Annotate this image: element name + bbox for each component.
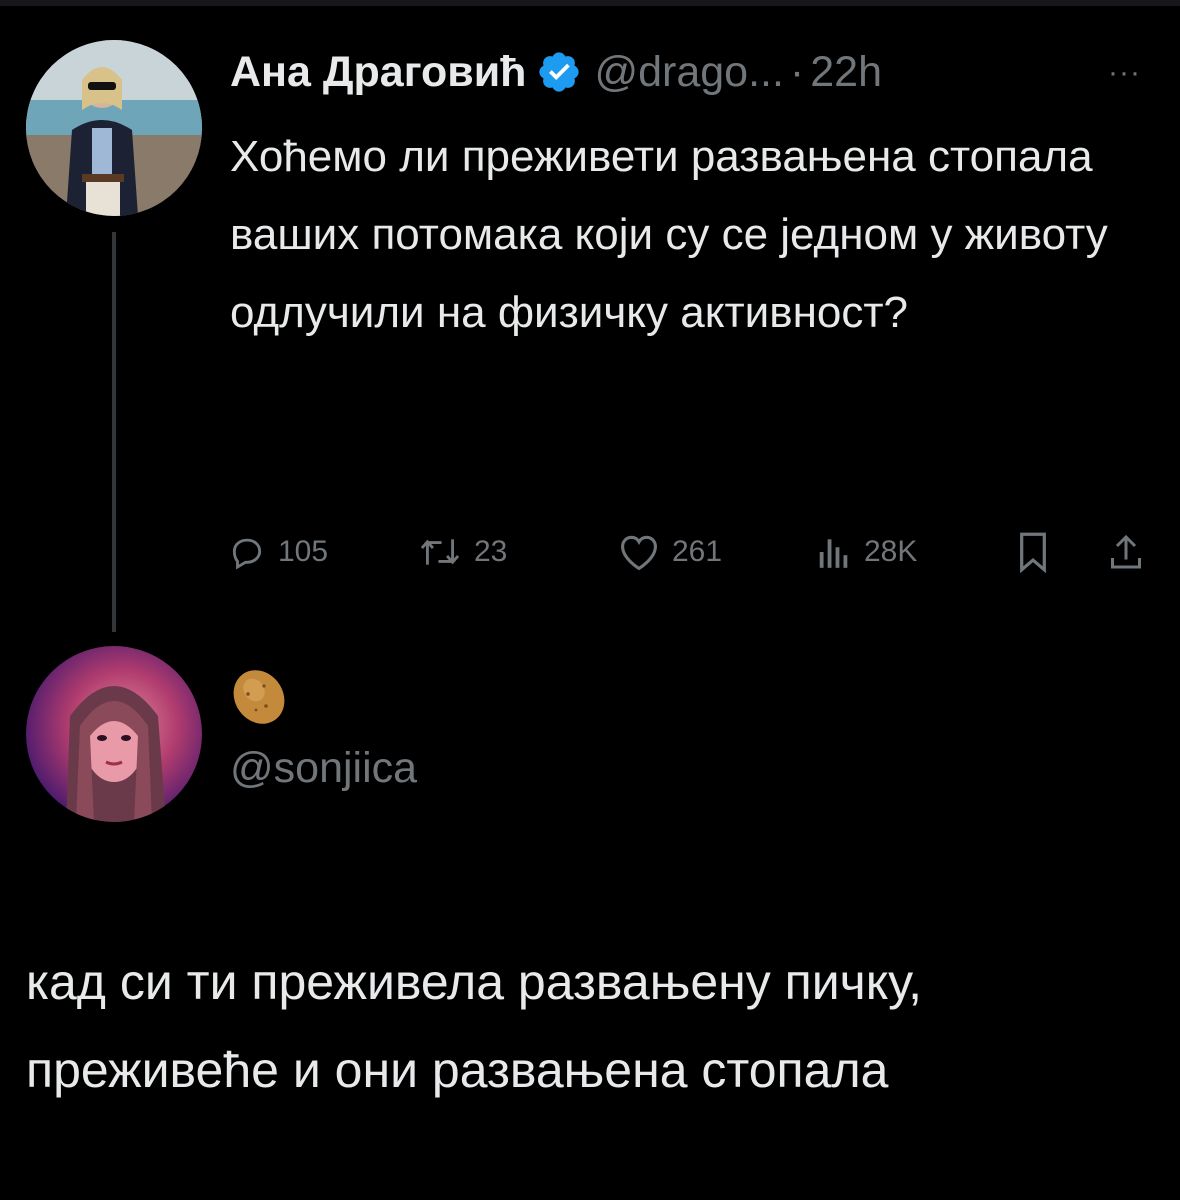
retweet-button[interactable]: 23	[418, 522, 507, 582]
tweet-text: Хоћемо ли преживети развањена стопала ва…	[230, 132, 1108, 337]
screenshot-page: Ана Драговић @drago... · 22h ··· Хоћемо …	[0, 0, 1180, 1200]
views-count: 28K	[864, 535, 918, 568]
bookmark-icon	[1020, 532, 1046, 573]
tweet-header: Ана Драговић @drago... · 22h	[230, 44, 882, 100]
top-separator	[0, 0, 1180, 6]
reply-author-avatar[interactable]	[26, 646, 202, 822]
author-avatar[interactable]	[26, 40, 202, 216]
meme-caption: кад си ти преживела развањену пичку, пре…	[26, 954, 923, 1098]
retweet-count: 23	[474, 535, 508, 568]
bookmark-button[interactable]	[1016, 522, 1050, 582]
tweet-actions: 105 23 261 28K	[228, 522, 1158, 582]
author-display-name[interactable]: Ана Драговић	[230, 48, 526, 97]
share-button[interactable]	[1108, 522, 1144, 582]
views-button[interactable]: 28K	[816, 522, 917, 582]
share-icon	[1111, 534, 1141, 569]
thread-line	[112, 232, 116, 632]
more-options-icon[interactable]: ···	[1108, 56, 1141, 90]
views-chart-icon	[819, 539, 848, 568]
reply-author-handle[interactable]: @sonjiica	[230, 744, 417, 793]
tweet-timestamp[interactable]: 22h	[810, 48, 882, 97]
potato-icon	[233, 670, 285, 724]
header-separator: ·	[789, 47, 805, 96]
verified-badge-icon	[539, 52, 580, 92]
retweet-icon	[420, 539, 460, 565]
author-handle[interactable]: @drago...	[594, 48, 783, 97]
like-count: 261	[672, 535, 723, 568]
heart-icon	[621, 535, 657, 571]
reply-icon	[232, 538, 262, 570]
like-button[interactable]: 261	[618, 522, 722, 582]
reply-count: 105	[278, 535, 329, 568]
reply-button[interactable]: 105	[228, 522, 328, 582]
